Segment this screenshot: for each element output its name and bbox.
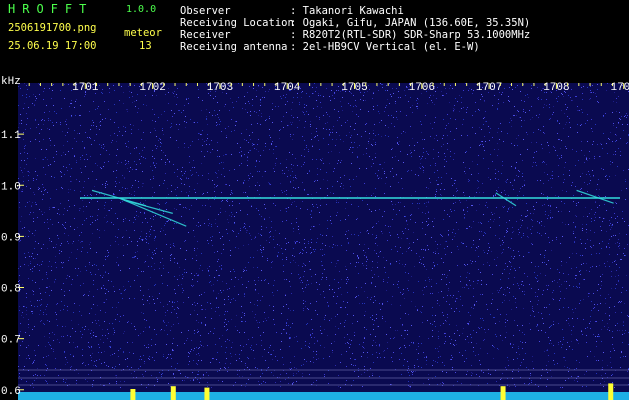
x-tick-label: 1708 [543, 82, 569, 94]
x-tick-label: 1709 [610, 82, 629, 94]
noise-burst [204, 387, 210, 400]
spectrogram: 1701170217031704170517061707170817091710… [1, 76, 629, 400]
app-title: HROFFT [8, 2, 94, 16]
x-tick-label: 1706 [409, 82, 435, 94]
y-tick-label: 0.7 [1, 335, 21, 347]
y-tick-label: 1.0 [1, 181, 21, 193]
y-axis-label: kHz [1, 76, 21, 88]
receiver-label: Receiver [180, 29, 231, 41]
datetime: 25.06.19 17:00 [8, 40, 97, 52]
filename: 2506191700.png [8, 22, 97, 34]
noise-burst [608, 383, 614, 400]
location-label: Receiving Location [180, 17, 294, 29]
mode-label: meteor [124, 27, 162, 39]
y-tick-label: 0.6 [1, 386, 21, 398]
observer-value: : Takanori Kawachi [290, 5, 404, 17]
x-tick-label: 1707 [476, 82, 502, 94]
x-tick-label: 1704 [274, 82, 301, 94]
y-tick-label: 0.9 [1, 232, 21, 244]
x-tick-label: 1702 [139, 82, 165, 94]
x-tick-label: 1703 [207, 82, 233, 94]
antenna-value: : 2el-HB9CV Vertical (el. E-W) [290, 41, 480, 53]
antenna-label: Receiving antenna [180, 41, 288, 53]
y-tick-label: 0.8 [1, 284, 21, 296]
app-version: 1.0.0 [126, 4, 157, 15]
noise-burst [130, 389, 136, 400]
noise-burst [500, 386, 506, 400]
noise-strip-band [18, 392, 629, 400]
x-tick-label: 1705 [341, 82, 367, 94]
noise-burst [170, 386, 176, 400]
meteor-count: 13 [139, 40, 152, 52]
receiver-value: : R820T2(RTL-SDR) SDR-Sharp 53.1000MHz [290, 29, 531, 41]
plot-background [18, 83, 629, 400]
observer-label: Observer [180, 5, 231, 17]
location-value: : Ogaki, Gifu, JAPAN (136.60E, 35.35N) [290, 17, 531, 29]
y-tick-label: 1.1 [1, 130, 21, 142]
x-tick-label: 1701 [72, 82, 99, 94]
